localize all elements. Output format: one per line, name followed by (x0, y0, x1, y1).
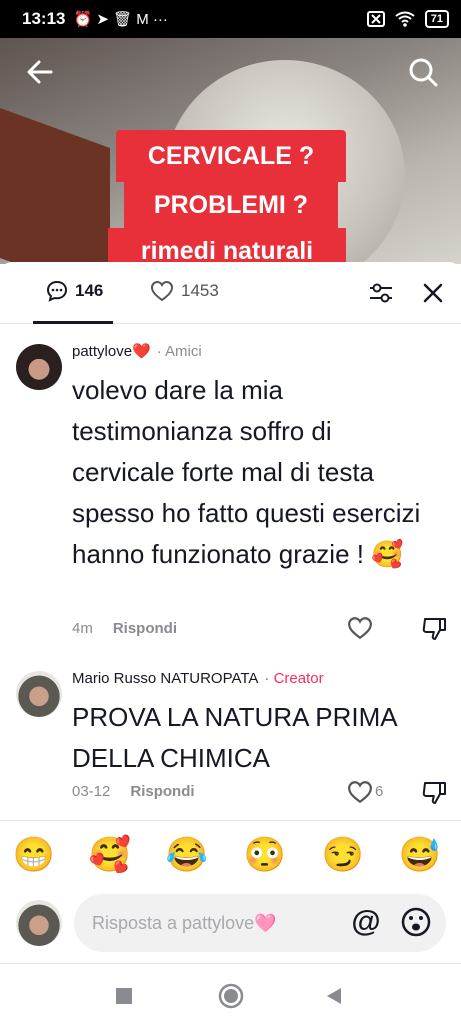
comment-text: volevo dare la mia testimonianza soffro … (72, 375, 421, 569)
back-button[interactable] (20, 52, 60, 92)
comment-time: 4m (72, 620, 93, 637)
comments-tabs: 146 1453 (0, 262, 461, 324)
status-time: 13:13 (22, 9, 66, 28)
back-nav-button[interactable] (320, 982, 348, 1010)
comment-meta: 4m Rispondi (72, 620, 177, 637)
filter-button[interactable] (368, 280, 394, 306)
reply-button[interactable]: Rispondi (130, 783, 194, 800)
system-nav-bar (0, 968, 461, 1024)
emoji-grin[interactable]: 😁 (12, 835, 56, 875)
creator-tag: · Creator (264, 670, 324, 687)
active-tab-indicator (33, 321, 113, 324)
emoji-tears-of-joy[interactable]: 😂 (165, 835, 209, 875)
video-preview[interactable]: CERVICALE ? PROBLEMI ? rimedi naturali (0, 38, 461, 264)
emoji-picker-button[interactable] (400, 906, 432, 938)
comment-username[interactable]: pattylove❤️ (72, 342, 151, 360)
status-notification-icons: ⏰ ➤ 🗑 M ··· (73, 11, 168, 28)
heart-outline-icon (348, 617, 372, 640)
status-right-icons: 71 (366, 10, 449, 28)
comment-time: 03-12 (72, 783, 111, 800)
arrow-left-icon (27, 60, 53, 84)
dislike-button[interactable] (421, 616, 447, 642)
my-avatar[interactable] (16, 900, 62, 946)
sliders-icon (370, 283, 392, 303)
video-caption-line-2: PROBLEMI ? (124, 182, 338, 228)
close-button[interactable] (420, 280, 446, 306)
like-button[interactable] (347, 780, 373, 806)
dislike-button[interactable] (421, 780, 447, 806)
search-button[interactable] (403, 52, 443, 92)
comments-count: 146 (75, 281, 104, 300)
avatar[interactable] (16, 344, 62, 390)
reply-button[interactable]: Rispondi (113, 620, 177, 637)
thumbs-down-icon (422, 782, 446, 804)
heart-outline-icon (348, 781, 372, 804)
video-caption-line-3: rimedi naturali (108, 228, 346, 264)
no-sim-icon (366, 11, 385, 27)
reply-input[interactable]: Risposta a pattylove🩷 (74, 894, 446, 952)
comment-username[interactable]: Mario Russo NATUROPATA (72, 670, 258, 687)
like-count: 6 (375, 783, 384, 800)
emoji-sweat-smile[interactable]: 😅 (398, 835, 442, 875)
video-caption-line-1: CERVICALE ? (116, 130, 346, 182)
comment-bubble-icon (46, 280, 68, 302)
mention-button[interactable]: @ (350, 906, 382, 938)
friend-tag: · Amici (156, 342, 202, 360)
avatar[interactable] (16, 671, 62, 717)
reply-row: Risposta a pattylove🩷 @ (0, 890, 461, 964)
comment-meta: 03-12 Rispondi (72, 783, 195, 800)
circle-icon (218, 983, 244, 1009)
wifi-icon (395, 11, 415, 27)
emoji-smirk[interactable]: 😏 (321, 835, 365, 875)
at-icon: @ (351, 905, 381, 938)
emoji-bar: 😁 🥰 😂 😳 😏 😅 (0, 820, 461, 890)
battery-icon: 71 (424, 10, 449, 28)
triangle-back-icon (327, 988, 341, 1004)
recents-button[interactable] (110, 982, 138, 1010)
tab-comments[interactable]: 146 (46, 280, 103, 302)
likes-count: 1453 (181, 281, 219, 300)
thumbs-down-icon (422, 618, 446, 640)
comment-header: Mario Russo NATUROPATA · Creator (72, 670, 324, 687)
comment-item: pattylove❤️ · Amici volevo dare la mia t… (0, 340, 461, 640)
search-icon (409, 58, 438, 87)
video-wall (0, 107, 110, 264)
square-icon (116, 988, 132, 1004)
emoji-flushed[interactable]: 😳 (243, 835, 287, 875)
emoji-smiling-hearts[interactable]: 🥰 (88, 835, 132, 875)
reply-input-placeholder: Risposta a pattylove🩷 (92, 912, 277, 933)
comment-header: pattylove❤️ · Amici (72, 342, 202, 361)
heart-outline-icon (150, 280, 174, 302)
comment-text: PROVA LA NATURA PRIMA DELLA CHIMICA (72, 702, 397, 773)
like-button[interactable] (347, 616, 373, 642)
status-bar: 13:13 ⏰ ➤ 🗑 M ··· 71 (0, 0, 461, 38)
tab-likes[interactable]: 1453 (150, 280, 219, 302)
home-button[interactable] (217, 982, 245, 1010)
close-icon (423, 283, 443, 303)
emoji-face-icon (401, 907, 431, 937)
comment-item: Mario Russo NATUROPATA · Creator PROVA L… (0, 667, 461, 812)
